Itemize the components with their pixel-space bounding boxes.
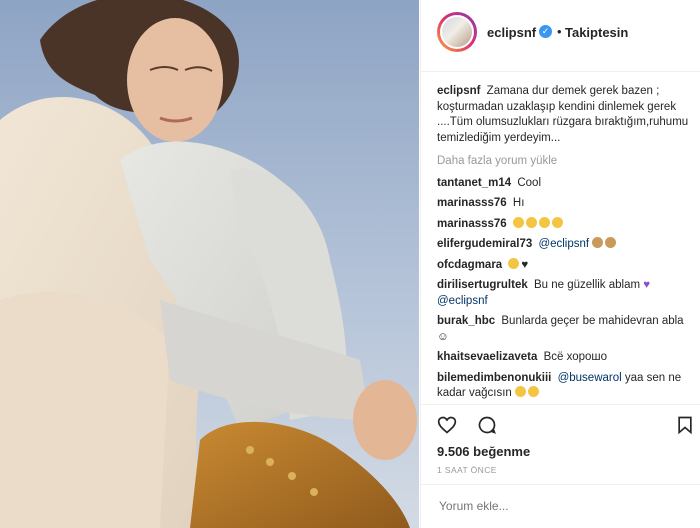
post-header: eclipsnf ✓ • Takiptesin [421, 0, 700, 72]
comment-mention[interactable]: @busewarol [558, 372, 622, 384]
comment-item: burak_hbc Bunlarda geçer be mahidevran a… [437, 314, 693, 345]
comments-list[interactable]: eclipsnf Zamana dur demek gerek bazen ; … [437, 84, 693, 404]
follow-status-button[interactable]: Takiptesin [565, 25, 628, 40]
bookmark-icon[interactable] [675, 415, 695, 435]
comment-item: marinasss76 Hı [437, 196, 693, 212]
add-comment-input[interactable] [437, 498, 689, 514]
add-comment-section [421, 484, 700, 528]
instagram-post: eclipsnf ✓ • Takiptesin eclipsnf Zamana … [0, 0, 700, 528]
comment-item: bilemedimbenonukiii @busewarol yaa sen n… [437, 371, 693, 402]
praying-hands-emoji [592, 237, 604, 248]
heart-icon[interactable] [437, 415, 457, 435]
separator-dot: • [557, 24, 562, 39]
ok-hand-emoji [508, 257, 520, 269]
face-emoji [515, 386, 526, 397]
comment-username[interactable]: marinasss76 [437, 197, 507, 209]
face-emoji [551, 216, 563, 228]
comment-username[interactable]: dirilisertugrultek [437, 279, 528, 291]
comment-username[interactable]: bilemedimbenonukiii [437, 372, 551, 384]
comment-item: khaitsevaelizaveta Всё хорошо [437, 350, 693, 366]
comment-username[interactable]: tantanet_m14 [437, 177, 511, 189]
likes-count[interactable]: 9.506 beğenme [437, 444, 530, 459]
comment-item: marinasss76 [437, 216, 693, 233]
comment-text: Hı [512, 197, 525, 209]
username-link[interactable]: eclipsnf [487, 25, 536, 40]
post-actions-bar [421, 404, 700, 444]
comment-username[interactable]: marinasss76 [437, 218, 507, 230]
post-side-panel: eclipsnf ✓ • Takiptesin eclipsnf Zamana … [420, 0, 700, 528]
comment-username[interactable]: burak_hbc [437, 315, 495, 327]
face-emoji [525, 216, 537, 228]
comment-text: Всё хорошо [543, 351, 608, 363]
face-emoji [538, 216, 550, 228]
praying-hands-emoji [605, 237, 617, 248]
post-image [0, 0, 419, 528]
caption-username[interactable]: eclipsnf [437, 85, 480, 97]
post-caption: eclipsnf Zamana dur demek gerek bazen ; … [437, 84, 693, 146]
comment-mention[interactable]: @eclipsnf [437, 295, 488, 307]
black-heart-emoji: ♥ [521, 258, 529, 271]
comment-item: dirilisertugrultek Bu ne güzellik ablam … [437, 278, 693, 309]
comment-username[interactable]: ofcdagmara [437, 259, 502, 271]
comment-username[interactable]: khaitsevaelizaveta [437, 351, 537, 363]
verified-badge-icon: ✓ [539, 25, 552, 38]
comment-text: Bu ne güzellik ablam [533, 279, 641, 291]
comment-item: elifergudemiral73 @eclipsnf [437, 237, 693, 253]
face-emoji [512, 216, 524, 228]
purple-heart-emoji: ♥ [643, 279, 651, 291]
face-emoji [528, 386, 539, 397]
comment-text: Cool [517, 176, 541, 189]
post-timestamp[interactable]: 1 SAAT ÖNCE [437, 465, 497, 475]
comment-username[interactable]: elifergudemiral73 [437, 238, 532, 250]
profile-avatar[interactable] [437, 12, 477, 52]
comment-icon[interactable] [477, 415, 497, 435]
avatar-image [440, 15, 474, 49]
post-photo[interactable] [0, 0, 419, 528]
comment-mention[interactable]: @eclipsnf [538, 238, 589, 250]
comment-item: ofcdagmara ♥ [437, 257, 693, 274]
comment-item: tantanet_m14 Cool [437, 176, 693, 192]
load-more-comments-link[interactable]: Daha fazla yorum yükle [437, 154, 693, 170]
